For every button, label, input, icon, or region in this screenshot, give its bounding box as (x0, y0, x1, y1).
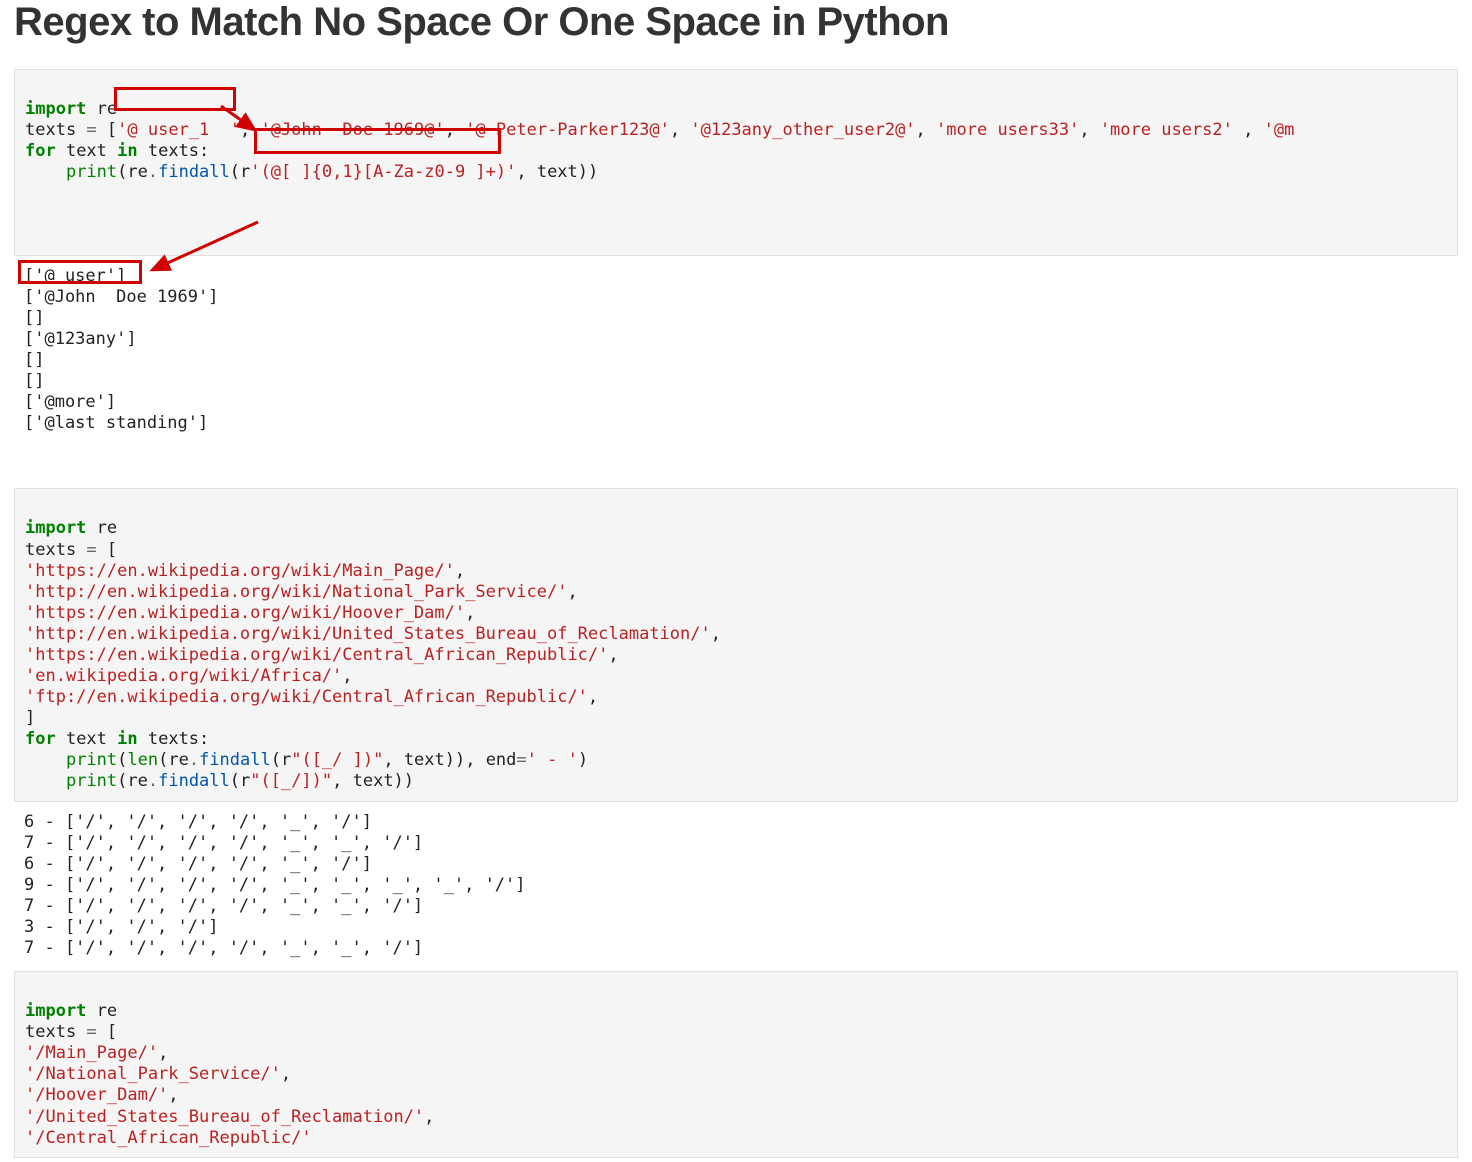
fn-findall: findall (199, 750, 271, 770)
paren: (r (271, 750, 291, 770)
string-literal: 'https://en.wikipedia.org/wiki/Hoover_Da… (25, 603, 465, 623)
op-dot: . (189, 750, 199, 770)
fn-findall: findall (158, 771, 230, 791)
bracket: ] (25, 708, 35, 728)
op-eq: = (86, 120, 96, 140)
string-literal: ' - ' (527, 750, 578, 770)
paren: , text)) (516, 162, 598, 182)
indent (25, 750, 66, 770)
keyword-for: for (25, 729, 56, 749)
var-text: text (56, 729, 117, 749)
string-literal: 'ftp://en.wikipedia.org/wiki/Central_Afr… (25, 687, 588, 707)
bracket: [ (97, 120, 117, 140)
output-text: 6 - ['/', '/', '/', '/', '_', '/'] 7 - [… (24, 812, 526, 958)
fn-findall: findall (158, 162, 230, 182)
args: , text)), end (383, 750, 516, 770)
code-block-3: import re texts = [ '/Main_Page/', '/Nat… (14, 971, 1458, 1158)
string-literal: '/Hoover_Dam/' (25, 1085, 168, 1105)
colon: texts: (138, 141, 210, 161)
comma: , (670, 120, 690, 140)
output-block-1: ['@ user'] ['@John Doe 1969'] [] ['@123a… (14, 260, 1458, 489)
string-literal: '@John Doe 1969@' (260, 120, 444, 140)
string-literal: 'https://en.wikipedia.org/wiki/Central_A… (25, 645, 608, 665)
comma: , (281, 1064, 291, 1084)
bracket: [ (97, 540, 117, 560)
string-literal: '@123any_other_user2@' (690, 120, 915, 140)
comma: , (342, 666, 352, 686)
code-block-2: import re texts = [ 'https://en.wikipedi… (14, 488, 1458, 801)
keyword-import: import (25, 518, 86, 538)
op-eq: = (86, 1022, 96, 1042)
colon: texts: (138, 729, 210, 749)
comma: , (445, 120, 465, 140)
paren: ( (117, 750, 127, 770)
keyword-for: for (25, 141, 56, 161)
output-block-2: 6 - ['/', '/', '/', '/', '_', '/'] 7 - [… (14, 806, 1458, 972)
comma: , (1233, 120, 1264, 140)
annotation-box-input (114, 87, 236, 111)
string-literal: 'more users2' (1100, 120, 1233, 140)
string-literal: 'http://en.wikipedia.org/wiki/National_P… (25, 582, 567, 602)
var-texts: texts (25, 540, 86, 560)
page-title: Regex to Match No Space Or One Space in … (14, 0, 1458, 45)
string-literal: '/Main_Page/' (25, 1043, 158, 1063)
string-literal: '@-Peter-Parker123@' (465, 120, 670, 140)
string-literal: 'en.wikipedia.org/wiki/Africa/' (25, 666, 342, 686)
string-literal: '@ user_1 ' (117, 120, 240, 140)
op-dot: . (148, 771, 158, 791)
string-literal: 'https://en.wikipedia.org/wiki/Main_Page… (25, 561, 455, 581)
module-re: re (86, 99, 117, 119)
module-re: re (86, 1001, 117, 1021)
keyword-in: in (117, 141, 137, 161)
comma: , (158, 1043, 168, 1063)
comma: , (588, 687, 598, 707)
comma: , (465, 603, 475, 623)
paren: , text)) (332, 771, 414, 791)
output-text: ['@ user'] ['@John Doe 1969'] [] ['@123a… (24, 266, 218, 434)
comma: , (424, 1107, 434, 1127)
comma: , (608, 645, 618, 665)
regex-string: "([_/ ])" (291, 750, 383, 770)
string-literal: 'more users33' (936, 120, 1079, 140)
code-block-1: import re texts = ['@ user_1 ', '@John D… (14, 69, 1458, 256)
indent (25, 162, 66, 182)
paren: (r (230, 771, 250, 791)
var-texts: texts (25, 1022, 86, 1042)
builtin-print: print (66, 750, 117, 770)
builtin-print: print (66, 162, 117, 182)
comma: , (168, 1085, 178, 1105)
paren: (re (117, 771, 148, 791)
comma: , (240, 120, 260, 140)
regex-string: '(@[ ]{0,1}[A-Za-z0-9 ]+)' (250, 162, 516, 182)
string-literal: 'http://en.wikipedia.org/wiki/United_Sta… (25, 624, 711, 644)
paren: ) (578, 750, 588, 770)
builtin-len: len (127, 750, 158, 770)
paren: (re (158, 750, 189, 770)
op-dot: . (148, 162, 158, 182)
comma: , (916, 120, 936, 140)
comma: , (455, 561, 465, 581)
paren: (re (117, 162, 148, 182)
keyword-import: import (25, 1001, 86, 1021)
builtin-print: print (66, 771, 117, 791)
var-texts: texts (25, 120, 86, 140)
module-re: re (86, 518, 117, 538)
indent (25, 771, 66, 791)
string-literal: '/United_States_Bureau_of_Reclamation/' (25, 1107, 424, 1127)
string-literal: '/Central_African_Republic/' (25, 1128, 312, 1148)
comma: , (711, 624, 721, 644)
keyword-in: in (117, 729, 137, 749)
op-eq: = (86, 540, 96, 560)
bracket: [ (97, 1022, 117, 1042)
op-eq: = (516, 750, 526, 770)
var-text: text (56, 141, 117, 161)
string-literal: '/National_Park_Service/' (25, 1064, 281, 1084)
comma: , (567, 582, 577, 602)
regex-string: "([_/])" (250, 771, 332, 791)
keyword-import: import (25, 99, 86, 119)
string-literal: '@m (1264, 120, 1295, 140)
comma: , (1079, 120, 1099, 140)
paren: (r (230, 162, 250, 182)
